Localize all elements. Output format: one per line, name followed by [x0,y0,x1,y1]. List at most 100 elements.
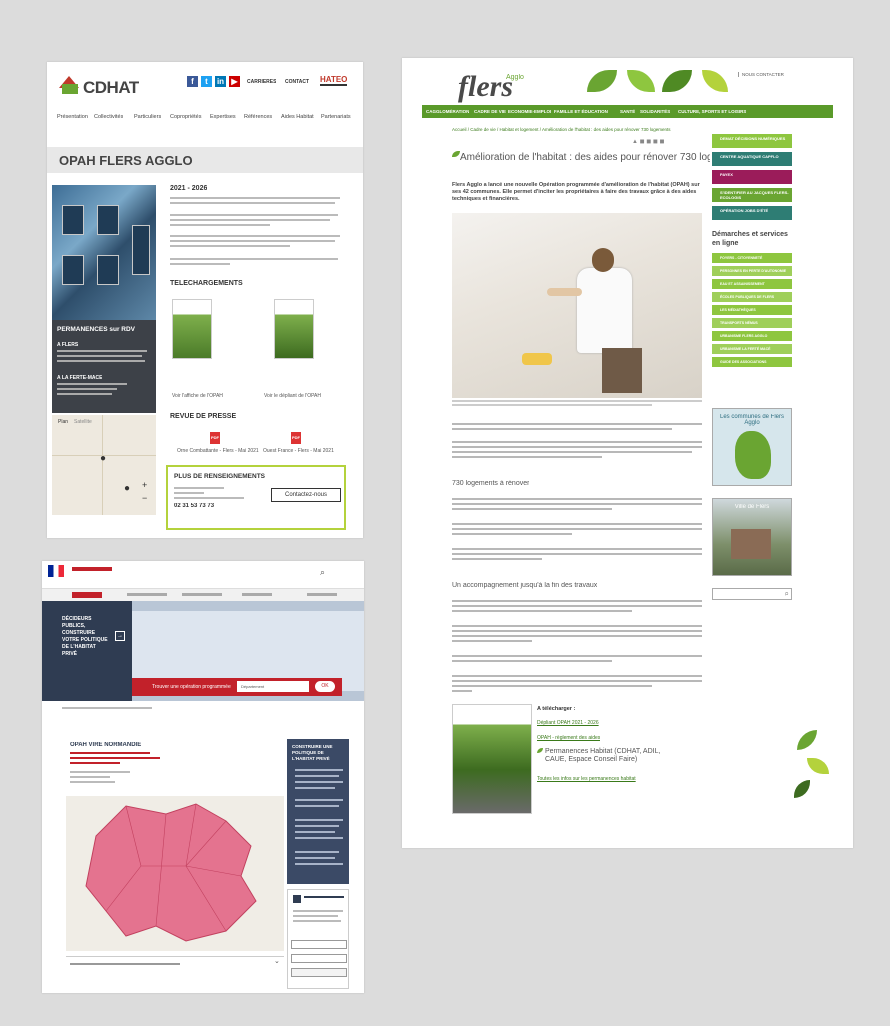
leaf-decoration [794,780,810,798]
cdhat-logo[interactable]: CDHAT [83,78,139,98]
newsletter-box [287,889,349,989]
youtube-icon[interactable]: ▶ [229,76,240,87]
search-icon[interactable]: ⌕ [320,567,325,578]
nav-cadre-de-vie[interactable]: CADRE DE VIE [474,109,506,114]
affiche-thumbnail[interactable] [172,299,212,359]
sidebar-list-item[interactable]: TRANSPORTS NÉMUS [712,318,792,328]
share-icons[interactable]: ▲ ◼ ◼ ◼ ◼ [632,138,665,145]
sidebar-btn-identifier[interactable]: S'IDENTIFIER AU JACQUES FLERS-ECOLOGIS [712,188,792,202]
contact-us-button[interactable]: Contactez-nous [271,488,341,502]
subscribe-field[interactable] [291,954,347,963]
site-search-input[interactable]: ⌕ [712,588,792,600]
departement-select[interactable]: Département [237,681,309,692]
nav-collectivites[interactable]: Collectivités [94,114,123,120]
permanences-ferte: A LA FERTÉ-MACÉ [57,375,103,381]
cdhat-page-screenshot: CDHAT f t in ▶ CARRIÈRES CONTACT HATEO P… [47,62,363,538]
leaf-decoration [587,70,617,92]
zoom-in-icon[interactable]: + [142,480,147,490]
flers-logo-sub: Agglo [506,74,524,81]
depliant-thumbnail[interactable] [274,299,314,359]
subscribe-button[interactable] [291,968,347,977]
pdf-icon[interactable]: PDF [291,432,301,444]
map-tab-plan[interactable]: Plan [58,419,68,425]
opah-area-map[interactable] [66,796,284,951]
republique-francaise-logo [48,565,64,577]
map-pin-icon[interactable]: ● [100,453,106,464]
article-title: Amélioration de l'habitat : des aides po… [460,152,710,163]
cdhat-logo-base [62,84,78,94]
permanences-box: PERMANENCES sur RDV A FLERS A LA FERTÉ-M… [52,320,156,413]
twitter-icon[interactable]: t [201,76,212,87]
map-pin-icon[interactable]: ● [124,483,130,494]
flers-agglo-page-screenshot: flers Agglo NOUS CONTACTER CAGGLOMÉRATIO… [402,58,853,848]
search-icon[interactable]: ⌕ [785,589,789,599]
linkedin-icon[interactable]: in [215,76,226,87]
nav-famille[interactable]: FAMILLE ET ÉDUCATION [554,109,608,114]
permanences-link[interactable]: Toutes les infos sur les permanences hab… [537,776,636,782]
press-heading: REVUE DE PRESSE [170,413,237,420]
leaf-decoration [807,758,829,774]
sidebar-btn-capflo[interactable]: CENTRE AQUATIQUE CAPFLO [712,152,792,166]
sidebar-list-item[interactable]: LES MÉDIATHÈQUES [712,305,792,315]
press-item-orne[interactable]: Orne Combattante - Flers - Mai 2021 [177,448,259,454]
communes-promo[interactable]: Les communes de Flers Agglo [712,408,792,486]
section-accompagnement-heading: Un accompagnement jusqu'à la fin des tra… [452,582,598,589]
sidebar-list-item[interactable]: GUIDE DES ASSOCIATIONS [712,357,792,367]
nav-references[interactable]: Références [244,114,272,120]
affiche-link[interactable]: Voir l'affiche de l'OPAH [172,393,223,399]
sidebar-list-item[interactable]: PERSONNES EN PERTE D'AUTONOMIE [712,266,792,276]
sidebar-btn-demat[interactable]: DEMAT DÉCISIONS NUMÉRIQUES [712,134,792,148]
page-title: OPAH FLERS AGGLO [59,153,193,168]
carrieres-link[interactable]: CARRIÈRES [247,79,276,85]
nav-solidarites[interactable]: SOLIDARITÉS [640,109,670,114]
sidebar-btn-jobs[interactable]: OPÉRATION JOBS D'ÉTÉ [712,206,792,220]
pdf-icon[interactable]: PDF [210,432,220,444]
search-operation-bar: Trouver une opération programmée Départe… [132,678,342,696]
title-leaf-icon [537,748,543,753]
chevron-down-icon[interactable]: ⌄ [274,957,280,965]
nav-aides-habitat[interactable]: Aides Habitat [281,114,314,120]
nav-presentation[interactable]: Présentation [57,114,88,120]
contact-us-link[interactable]: NOUS CONTACTER [738,72,784,77]
ok-button[interactable]: OK [315,681,335,692]
anah-page-screenshot: ⌕ DÉCIDEURS PUBLICS, CONSTRUIRE VOTRE PO… [42,561,364,993]
more-info-box: PLUS DE RENSEIGNEMENTS 02 31 53 73 73 Co… [166,465,346,530]
depliant-link[interactable]: Voir le dépliant de l'OPAH [264,393,321,399]
press-item-ouest[interactable]: Ouest France - Flers - Mai 2021 [263,448,334,454]
sidebar-list-item[interactable]: URBANISME LA FERTÉ MACÉ [712,344,792,354]
breadcrumb[interactable] [62,707,152,709]
download-depliant-link[interactable]: Dépliant OPAH 2021 - 2026 [537,720,599,726]
nav-coproprietes[interactable]: Copropriétés [170,114,202,120]
nav-partenariats[interactable]: Partenariats [321,114,351,120]
title-leaf-icon [452,151,460,157]
nav-sante[interactable]: SANTÉ [620,109,635,114]
sidebar-list-item[interactable]: ÉCOLES PUBLIQUES DE FLERS [712,292,792,302]
nav-agglo[interactable]: CAGGLOMÉRATION [426,109,469,114]
location-map[interactable]: Plan Satellite ● ● + − [52,415,156,515]
sidebar-list-item[interactable]: FOYERS - CITOYENNETÉ [712,253,792,263]
sidebar-list-item[interactable]: URBANISME FLERS AGGLO [712,331,792,341]
breadcrumb[interactable]: Accueil / Cadre de vie / Habitat et loge… [452,127,702,132]
zoom-out-icon[interactable]: − [142,493,147,503]
nav-particuliers[interactable]: Particuliers [134,114,161,120]
sidebar-list-item[interactable]: EAU ET ASSAINISSEMENT [712,279,792,289]
email-input[interactable] [291,940,347,949]
download-reglement-link[interactable]: OPAH - règlement des aides [537,735,600,741]
download-title: A télécharger : [537,706,576,712]
ville-flers-promo[interactable]: Ville de Flers [712,498,792,576]
facebook-icon[interactable]: f [187,76,198,87]
arrow-right-icon[interactable]: → [115,631,125,641]
main-nav: CAGGLOMÉRATION CADRE DE VIE ECONOMIE-EMP… [422,105,833,118]
flers-logo[interactable]: flers [458,70,513,104]
depliant-cover[interactable] [452,704,532,814]
aside-title: CONSTRUIRE UNE POLITIQUE DE L'HABITAT PR… [292,744,333,761]
nav-economie[interactable]: ECONOMIE-EMPLOI [508,109,551,114]
sidebar-btn-payex[interactable]: PAYEX [712,170,792,184]
hateo-logo[interactable]: HATEO [320,75,348,86]
map-tab-satellite[interactable]: Satellite [74,419,92,425]
page-title-band: OPAH FLERS AGGLO [47,147,363,173]
nav-expertises[interactable]: Expertises [210,114,236,120]
nav-culture[interactable]: CULTURE, SPORTS ET LOISIRS [678,109,746,114]
leaf-decoration [627,70,655,92]
contact-link[interactable]: CONTACT [285,79,309,85]
